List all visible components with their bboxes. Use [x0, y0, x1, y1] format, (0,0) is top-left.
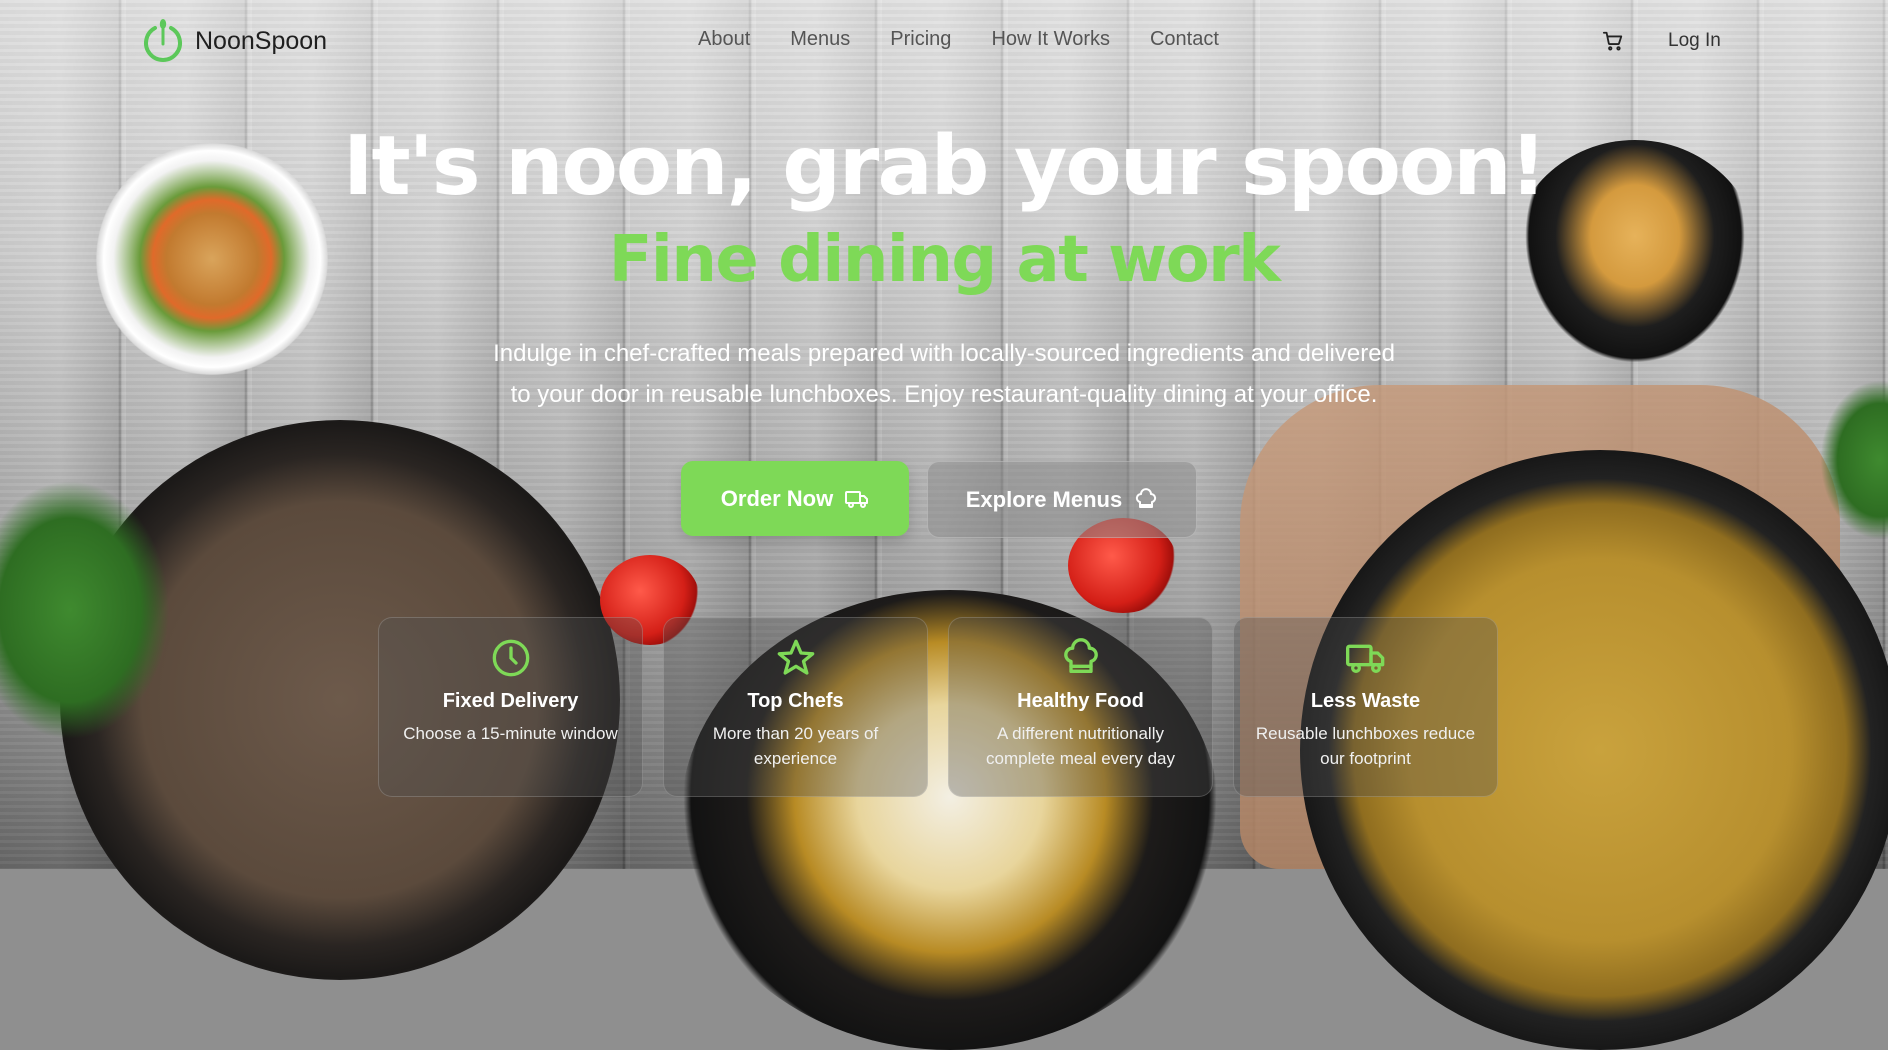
brand-name: NoonSpoon	[195, 26, 328, 55]
cart-icon[interactable]	[1602, 30, 1624, 52]
brand-logo[interactable]: NoonSpoon	[141, 16, 327, 66]
nav-link-contact[interactable]: Contact	[1150, 28, 1219, 51]
hero-subtitle: Fine dining at work	[608, 223, 1281, 297]
hero-description-line-1: Indulge in chef-crafted meals prepared w…	[493, 340, 1395, 367]
top-navigation: NoonSpoon About Menus Pricing How It Wor…	[0, 0, 1888, 82]
power-spoon-icon	[144, 19, 182, 62]
truck-icon	[845, 490, 869, 508]
feature-text: Reusable lunchboxes reduce our footprint	[1255, 724, 1476, 768]
chef-hat-icon	[1063, 638, 1098, 673]
star-icon	[777, 639, 814, 675]
login-link[interactable]: Log In	[1668, 30, 1721, 52]
feature-card-healthy-food: Healthy Food A different nutritionally c…	[948, 617, 1213, 797]
feature-cards: Fixed Delivery Choose a 15-minute window…	[378, 617, 1498, 797]
feature-title: Top Chefs	[747, 690, 844, 712]
explore-menus-label: Explore Menus	[965, 486, 1123, 512]
nav-link-menus[interactable]: Menus	[790, 28, 850, 51]
feature-card-less-waste: Less Waste Reusable lunchboxes reduce ou…	[1233, 617, 1498, 797]
hero-description: Indulge in chef-crafted meals prepared w…	[444, 333, 1444, 415]
feature-card-top-chefs: Top Chefs More than 20 years of experien…	[663, 617, 928, 797]
chef-hat-icon	[1136, 487, 1157, 508]
nav-link-how-it-works[interactable]: How It Works	[991, 28, 1110, 51]
truck-icon	[1345, 644, 1384, 673]
explore-menus-button[interactable]: Explore Menus	[927, 461, 1197, 538]
nav-link-pricing[interactable]: Pricing	[890, 28, 951, 51]
clock-icon	[492, 639, 529, 677]
feature-text: More than 20 years of experience	[712, 724, 879, 768]
feature-title: Fixed Delivery	[442, 690, 579, 712]
feature-title: Healthy Food	[1017, 690, 1144, 712]
hero-description-line-2: to your door in reusable lunchboxes. Enj…	[510, 381, 1378, 408]
nav-links: About Menus Pricing How It Works Contact	[698, 28, 1219, 51]
feature-text: A different nutritionally complete meal …	[986, 724, 1175, 768]
feature-card-fixed-delivery: Fixed Delivery Choose a 15-minute window	[378, 617, 643, 797]
feature-title: Less Waste	[1310, 690, 1421, 712]
order-now-label: Order Now	[720, 485, 834, 511]
feature-text: Choose a 15-minute window	[403, 724, 618, 743]
order-now-button[interactable]: Order Now	[681, 461, 909, 536]
nav-link-about[interactable]: About	[698, 28, 750, 51]
hero-title: It's noon, grab your spoon!	[342, 119, 1547, 214]
